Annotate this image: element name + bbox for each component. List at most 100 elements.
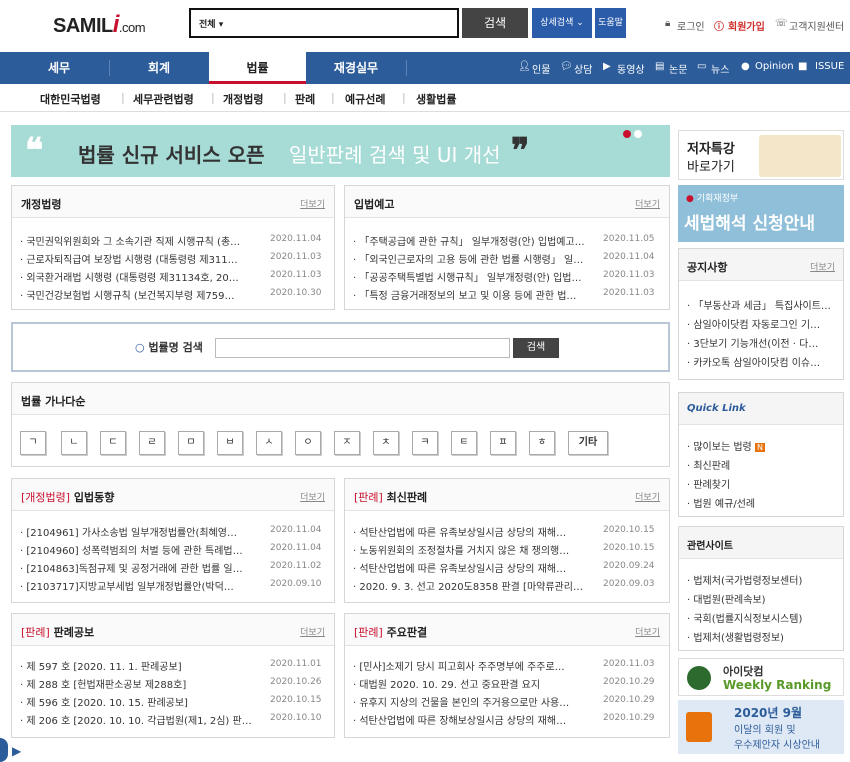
subnav-tax-law[interactable]: 세무관련법령: [133, 91, 194, 107]
subnav-korea-law[interactable]: 대한민국법령: [40, 91, 101, 107]
nav-person[interactable]: 인물: [532, 61, 550, 76]
nav-thesis[interactable]: 논문: [669, 61, 687, 76]
nav-video[interactable]: 동영상: [617, 61, 645, 76]
nav-tax[interactable]: 세무: [10, 52, 108, 84]
box-title: [판례] 최신판례: [354, 489, 427, 505]
alpha-key[interactable]: ㅋ: [412, 431, 438, 455]
detail-search-button[interactable]: 상세검색 ⌄: [532, 8, 592, 38]
list-item[interactable]: · 제 596 호 [2020. 10. 15. 판례공보]: [20, 694, 265, 709]
subnav-revised[interactable]: 개정법령: [223, 91, 263, 107]
list-item[interactable]: · 유후지 지상의 건물을 본인의 주거용으로만 사용…: [353, 694, 598, 709]
more-link[interactable]: 더보기: [300, 197, 325, 210]
quick-link-box: Quick Link · 많이보는 법령 N · 최신판례 · 판례찾기 · 법…: [678, 392, 844, 517]
bulb-icon: ●: [741, 61, 750, 72]
list-item[interactable]: · 석탄산업법에 따른 장해보상일시금 상당의 재해…: [353, 712, 598, 727]
list-item[interactable]: · 국민권익위원회와 그 소속기관 직제 시행규칙 (총…: [20, 233, 265, 248]
moef-banner[interactable]: ● 기획재정부 세법해석 신청안내: [678, 185, 844, 242]
major-rulings-box: [판례] 주요판결 더보기 · [민사]소제기 당시 피고회사 주주명부에 주주로…: [344, 613, 670, 738]
more-link[interactable]: 더보기: [300, 625, 325, 638]
list-item[interactable]: · 제 288 호 [헌법재판소공보 제288호]: [20, 676, 265, 691]
list-item[interactable]: · 「주택공급에 관한 규칙」 일부개정령(안) 입법예고…: [353, 233, 598, 248]
slide-dot-active[interactable]: [623, 130, 631, 138]
slide-dot[interactable]: [634, 130, 642, 138]
play-arrow-icon[interactable]: ▶: [12, 744, 21, 758]
nav-consult[interactable]: 상담: [574, 61, 592, 76]
list-item[interactable]: · [2103717]지방교부세법 일부개정법률안(박덕…: [20, 578, 265, 593]
list-item[interactable]: · 국민건강보험법 시행규칙 (보건복지부령 제759…: [20, 287, 265, 302]
search-input[interactable]: 전체 ▾: [189, 8, 459, 38]
samil-logo[interactable]: SAMILi.com: [53, 11, 146, 39]
subnav-precedent[interactable]: 판례: [295, 91, 315, 107]
alpha-key[interactable]: ㅂ: [217, 431, 243, 455]
subnav-divider: |: [283, 91, 287, 104]
list-item[interactable]: · 「부동산과 세금」 특집사이트…: [687, 297, 832, 312]
more-link[interactable]: 더보기: [635, 625, 660, 638]
nav-issue[interactable]: ISSUE: [815, 61, 844, 72]
monthly-award-banner[interactable]: 2020년 9월 이달의 회원 및 우수제안자 시상안내: [678, 700, 844, 754]
more-link[interactable]: 더보기: [635, 197, 660, 210]
subnav-rulings[interactable]: 예규선례: [345, 91, 385, 107]
alpha-key[interactable]: ㄴ: [61, 431, 87, 455]
alpha-key[interactable]: ㅊ: [373, 431, 399, 455]
nav-opinion[interactable]: Opinion: [755, 61, 794, 72]
list-item[interactable]: · 많이보는 법령 N: [687, 438, 765, 453]
service-banner[interactable]: ❝ 법률 신규 서비스 오픈 일반판례 검색 및 UI 개선 ❞: [11, 125, 670, 177]
list-item[interactable]: · 제 597 호 [2020. 11. 1. 판례공보]: [20, 658, 265, 673]
search-button[interactable]: 검색: [462, 8, 528, 38]
author-lecture-banner[interactable]: 저자특강 바로가기: [678, 130, 844, 180]
alpha-key[interactable]: ㅈ: [334, 431, 360, 455]
nav-accounting[interactable]: 회계: [110, 52, 208, 84]
list-item[interactable]: · 판례찾기: [687, 476, 832, 491]
list-item[interactable]: · 대법원(판례속보): [687, 591, 832, 606]
list-item[interactable]: · [2104961] 가사소송법 일부개정법률안(최혜영…: [20, 524, 265, 539]
law-search-button[interactable]: 검색: [513, 338, 559, 358]
list-item[interactable]: · 「특정 금융거래정보의 보고 및 이용 등에 관한 법…: [353, 287, 598, 302]
alpha-key[interactable]: ㄹ: [139, 431, 165, 455]
list-item[interactable]: · 제 206 호 [2020. 10. 10. 각급법원(제1, 2심) 판…: [20, 712, 265, 727]
list-item[interactable]: · [2104863]독점규제 및 공정거래에 관한 법률 일…: [20, 560, 265, 575]
list-item[interactable]: · 근로자퇴직급여 보장법 시행령 (대통령령 제311…: [20, 251, 265, 266]
nav-law[interactable]: 법률: [209, 52, 306, 84]
list-item[interactable]: · [민사]소제기 당시 피고회사 주주명부에 주주로…: [353, 658, 598, 673]
join-link[interactable]: 회원가입: [728, 18, 765, 33]
list-item[interactable]: · 「공공주택특별법 시행규칙」 일부개정령(안) 입법…: [353, 269, 598, 284]
nav-news[interactable]: 뉴스: [711, 61, 729, 76]
list-item[interactable]: · 석탄산업법에 따른 유족보상일시금 상당의 재해…: [353, 524, 598, 539]
list-item[interactable]: · 법제처(국가법령정보센터): [687, 572, 832, 587]
more-link[interactable]: 더보기: [300, 490, 325, 503]
list-item[interactable]: · 카카오톡 삼일아이닷컴 이슈…: [687, 354, 832, 369]
list-item[interactable]: · 「외국인근로자의 고용 등에 관한 법률 시행령」 일…: [353, 251, 598, 266]
alpha-key[interactable]: ㅍ: [490, 431, 516, 455]
support-link[interactable]: 고객지원센터: [789, 18, 844, 33]
list-item[interactable]: · 외국환거래법 시행령 (대통령령 제31134호, 20…: [20, 269, 265, 284]
help-button[interactable]: 도움말: [595, 8, 626, 38]
list-item[interactable]: · 법제처(생활법령정보): [687, 629, 832, 644]
list-item[interactable]: · [2104960] 성폭력범죄의 처벌 등에 관한 특례법…: [20, 542, 265, 557]
list-item[interactable]: · 석탄산업법에 따른 유족보상일시금 상당의 재해…: [353, 560, 598, 575]
login-link[interactable]: 로그인: [677, 18, 705, 33]
list-item[interactable]: · 3단보기 기능개선(이전 · 다…: [687, 335, 832, 350]
list-item[interactable]: · 국회(법률지식정보시스템): [687, 610, 832, 625]
list-item[interactable]: · 삼일아이닷컴 자동로그인 기…: [687, 316, 832, 331]
alpha-key[interactable]: ㅇ: [295, 431, 321, 455]
alpha-key[interactable]: ㅅ: [256, 431, 282, 455]
list-item[interactable]: · 노동위원회의 조정절차를 거치지 않은 채 쟁의행…: [353, 542, 598, 557]
list-item[interactable]: · 법원 예규/선례: [687, 495, 832, 510]
alpha-key[interactable]: ㄱ: [20, 431, 46, 455]
more-link[interactable]: 더보기: [810, 260, 835, 273]
nav-finance[interactable]: 재경실무: [307, 52, 405, 84]
alpha-key[interactable]: ㅌ: [451, 431, 477, 455]
alpha-key[interactable]: ㄷ: [100, 431, 126, 455]
list-item[interactable]: · 2020. 9. 3. 선고 2020도8358 판결 [마약류관리…: [353, 578, 598, 593]
alpha-key[interactable]: ㅁ: [178, 431, 204, 455]
slider-handle[interactable]: [0, 738, 8, 762]
more-link[interactable]: 더보기: [635, 490, 660, 503]
law-search-input[interactable]: [215, 338, 510, 358]
list-item[interactable]: · 대법원 2020. 10. 29. 선고 중요판결 요지: [353, 676, 598, 691]
list-item[interactable]: · 최신판례: [687, 457, 832, 472]
weekly-ranking-banner[interactable]: 아이닷컴 Weekly Ranking: [678, 658, 844, 696]
search-scope-select[interactable]: 전체 ▾: [199, 17, 223, 30]
subnav-life-law[interactable]: 생활법률: [416, 91, 456, 107]
alpha-key[interactable]: ㅎ: [529, 431, 555, 455]
alpha-key-other[interactable]: 기타: [568, 431, 608, 455]
